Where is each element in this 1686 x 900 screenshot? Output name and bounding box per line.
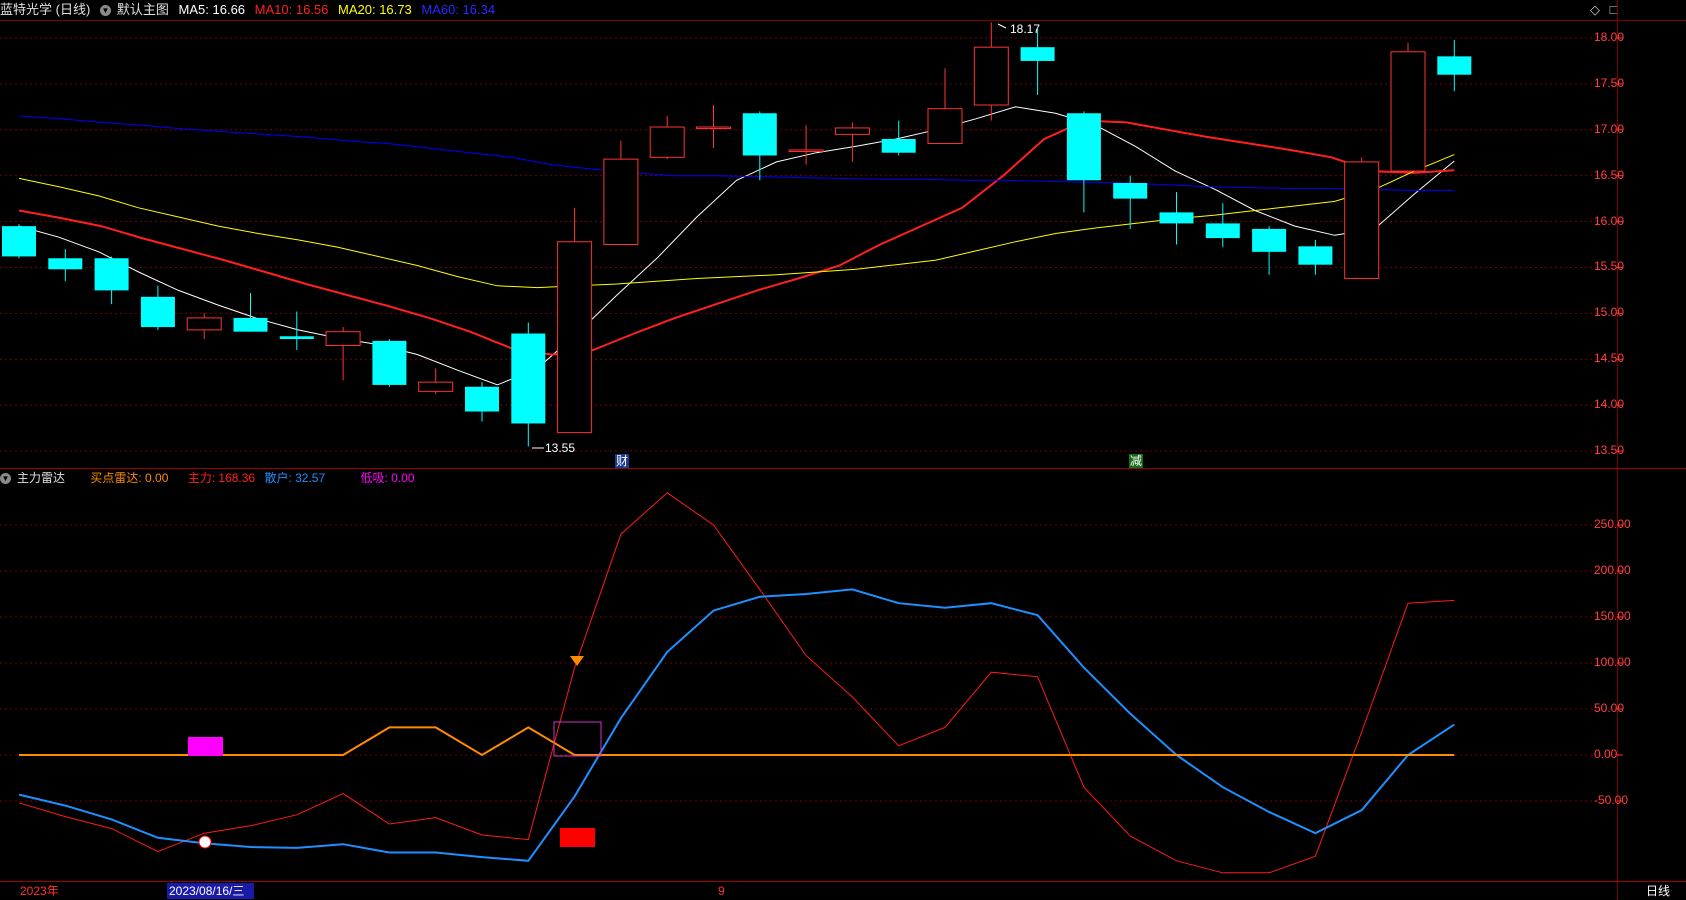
main-force-line (18, 492, 1455, 874)
candles (2, 22, 1472, 447)
retail-line (18, 588, 1455, 862)
candle-body-down (881, 138, 916, 153)
candle-body-down (94, 258, 129, 291)
indicator-y-tick-label: -50.00 (1594, 793, 1629, 807)
candle-body-up (696, 126, 731, 130)
indicator-y-tick-label: 0.00 (1594, 747, 1618, 761)
main-y-tick-label: 17.00 (1594, 121, 1625, 136)
candle-body-down (1066, 113, 1101, 181)
diamond-signal-icon (570, 656, 584, 666)
candle-body-down (1159, 212, 1194, 224)
plus-signal-icon (198, 835, 212, 849)
candle-body-down (372, 340, 407, 385)
date-cursor-label: 2023/08/16/三 (169, 884, 245, 898)
candle-body-up (1344, 161, 1380, 279)
indicator-y-tick-label: 100.00 (1594, 655, 1631, 669)
main-y-tick-label: 16.00 (1594, 213, 1625, 228)
candle-body-up (325, 331, 361, 346)
buy-radar-box (553, 721, 602, 757)
candle-body-down (1437, 56, 1472, 75)
candle-body-up (557, 241, 593, 434)
badge-cai-text: 财 (616, 454, 628, 468)
main-y-tick-label: 15.50 (1594, 259, 1625, 274)
year-label: 2023年 (20, 884, 59, 898)
candle-body-up (927, 108, 963, 145)
candle-body-down (511, 333, 546, 424)
candle-body-down (1113, 183, 1148, 199)
buy-radar-line (19, 726, 1455, 757)
low-absorb-bar (188, 737, 223, 756)
candle-body-up (186, 317, 222, 331)
candle-body-up (418, 381, 454, 392)
candle-body-down (1020, 47, 1055, 61)
main-y-tick-label: 17.50 (1594, 75, 1625, 90)
ma-lines (18, 106, 1455, 386)
indicator-y-tick-label: 150.00 (1594, 609, 1631, 623)
candle-body-down (1252, 228, 1287, 252)
sell-signal-bar (560, 828, 595, 847)
candle-body-up (834, 127, 870, 135)
candle-body-down (742, 113, 777, 156)
kline-chart[interactable]: 18.17 13.55 财 减 (0, 0, 1686, 900)
high-marker-text: 18.17 (1010, 22, 1040, 36)
candle-body-down (279, 336, 314, 340)
high-marker: 18.17 (997, 22, 1040, 36)
main-y-tick-label: 14.50 (1594, 351, 1625, 366)
candle-body-up (1390, 51, 1426, 172)
main-y-tick-label: 13.50 (1594, 443, 1625, 457)
ma-line-ma60 (18, 115, 1455, 191)
candle-body-up (603, 158, 639, 245)
badge-jian[interactable]: 减 (1129, 454, 1143, 468)
badge-cai[interactable]: 财 (615, 454, 629, 468)
candle-body-up (973, 46, 1009, 106)
indicator-y-tick-label: 250.00 (1594, 517, 1631, 531)
candle-body-down (1298, 246, 1333, 265)
candle-body-down (48, 258, 83, 270)
indicator-y-tick-label: 200.00 (1594, 563, 1631, 577)
ma-line-ma5 (18, 106, 1455, 386)
candle-body-down (465, 386, 499, 412)
candle-body-down (1205, 223, 1240, 239)
main-grid (0, 37, 1623, 452)
indicator-y-tick-label: 50.00 (1594, 701, 1625, 715)
candle-body-up (788, 149, 824, 152)
month-label: 9 (718, 884, 725, 898)
low-marker: 13.55 (532, 441, 575, 455)
badge-jian-text: 减 (1130, 454, 1142, 468)
candle-body-down (2, 226, 36, 257)
indicator-lines (18, 492, 1455, 874)
candle-body-down (140, 296, 175, 328)
main-y-tick-label: 15.00 (1594, 305, 1625, 320)
low-marker-text: 13.55 (545, 441, 575, 455)
indicator-grid (0, 524, 1623, 802)
main-y-tick-label: 18.00 (1594, 30, 1625, 44)
main-y-tick-label: 14.00 (1594, 397, 1625, 412)
period-tab[interactable]: 日线 (1646, 884, 1670, 898)
chart-frame (0, 0, 1686, 900)
candle-body-down (233, 317, 268, 332)
main-y-tick-label: 16.50 (1594, 167, 1625, 182)
candle-body-up (649, 126, 685, 158)
